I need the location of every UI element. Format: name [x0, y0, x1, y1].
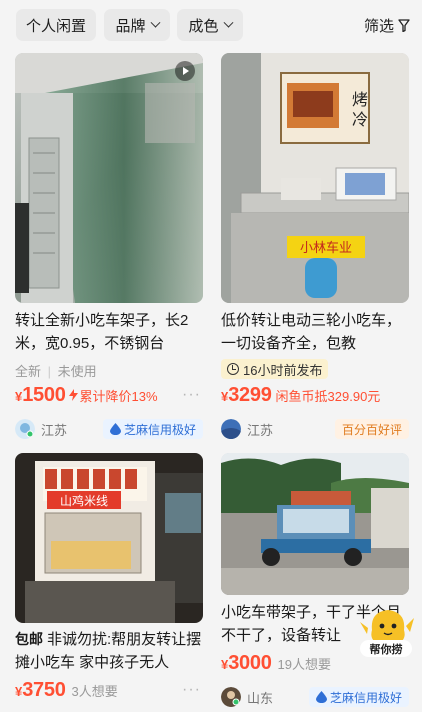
avatar[interactable]	[221, 419, 241, 439]
product-image[interactable]	[15, 53, 203, 303]
funnel-icon	[398, 18, 410, 32]
product-card[interactable]: 山鸡米线 包邮 非诚勿扰:帮朋友转让摆摊小吃车 家中孩子无人 ¥ 3750 3人想…	[15, 453, 203, 705]
filter-chip-label: 个人闲置	[25, 17, 86, 35]
seller-row: 江苏 百分百好评	[221, 418, 409, 440]
avatar[interactable]	[221, 687, 241, 707]
seller-location: 江苏	[41, 422, 68, 438]
video-play-icon[interactable]	[175, 61, 195, 81]
product-title: 低价转让电动三轮小吃车，一切设备齐全，包教	[221, 312, 402, 352]
product-price: 1500	[22, 384, 66, 406]
publish-time-tag: 16小时前发布	[221, 359, 329, 379]
time-row: 16小时前发布	[221, 359, 409, 379]
currency-symbol: ¥	[15, 389, 23, 404]
price-drop-note: 累计降价13%	[79, 389, 158, 404]
product-price: 3000	[228, 652, 272, 674]
water-drop-icon	[315, 691, 327, 703]
product-image[interactable]: 烤 冷 小林车业	[221, 53, 409, 303]
product-title-wrap: 包邮 非诚勿扰:帮朋友转让摆摊小吃车 家中孩子无人	[15, 628, 203, 674]
filter-chip-personal[interactable]: 个人闲置	[16, 9, 96, 41]
product-price: 3299	[228, 384, 272, 406]
free-shipping-tag: 包邮	[15, 631, 43, 647]
currency-symbol: ¥	[15, 684, 23, 699]
price-row: ¥ 1500 累计降价13% ···	[15, 384, 203, 410]
seller-row: 江苏 芝麻信用极好	[15, 418, 203, 440]
price-row: ¥ 3750 3人想要 ···	[15, 679, 203, 705]
product-title: 转让全新小吃车架子，长2米，宽0.95，不锈钢台	[15, 312, 189, 352]
product-image[interactable]	[221, 453, 409, 595]
chevron-down-icon	[223, 17, 233, 28]
filter-chip-brand[interactable]: 品牌	[104, 9, 170, 41]
coin-discount-note: 闲鱼币抵329.90元	[275, 389, 381, 404]
credit-badge: 芝麻信用极好	[102, 419, 203, 439]
filter-chip-label: 品牌	[115, 17, 146, 35]
credit-badge-label: 芝麻信用极好	[123, 422, 196, 437]
seller-row: 山东 芝麻信用极好	[221, 686, 409, 708]
stall-sign: 山鸡米线	[60, 493, 108, 508]
more-icon[interactable]: ···	[182, 681, 201, 699]
lightning-icon	[68, 389, 78, 401]
poster-text: 烤	[352, 90, 368, 109]
credit-badge-label: 芝麻信用极好	[329, 690, 402, 705]
currency-symbol: ¥	[221, 389, 229, 404]
more-icon[interactable]: ···	[182, 386, 201, 404]
price-row: ¥ 3299 闲鱼币抵329.90元	[221, 384, 409, 410]
credit-badge: 芝麻信用极好	[308, 687, 409, 707]
tag-divider: |	[47, 364, 52, 379]
seller-location: 江苏	[247, 422, 274, 438]
product-card[interactable]: 转让全新小吃车架子，长2米，宽0.95，不锈钢台 全新 | 未使用 ¥ 1500…	[15, 53, 203, 440]
helper-label[interactable]: 帮你捞	[360, 640, 412, 657]
condition-tag: 全新	[15, 364, 42, 379]
condition-tag: 未使用	[57, 364, 97, 379]
svg-text:冷: 冷	[352, 110, 368, 129]
stall-sign: 小林车业	[300, 240, 352, 256]
filter-label: 筛选	[363, 17, 394, 35]
seller-location: 山东	[247, 690, 274, 706]
want-count: 3人想要	[71, 684, 118, 699]
product-image[interactable]: 山鸡米线	[15, 453, 203, 623]
want-count: 19人想要	[277, 657, 331, 672]
filter-chip-label: 成色	[188, 17, 219, 35]
product-card[interactable]: 小吃车带架子，干了半个月不干了，设备转让 ¥ 3000 19人想要 山东 芝麻信…	[221, 453, 409, 708]
filter-button[interactable]: 筛选	[364, 9, 410, 41]
filter-chip-condition[interactable]: 成色	[177, 9, 243, 41]
product-price: 3750	[22, 679, 66, 701]
chevron-down-icon	[150, 17, 160, 28]
condition-tags: 全新 | 未使用	[15, 361, 203, 379]
currency-symbol: ¥	[221, 657, 229, 672]
product-card[interactable]: 烤 冷 小林车业 低价转让电动三轮小吃车，一切设备齐全，包教 16小时前发布 ¥…	[221, 53, 409, 440]
water-drop-icon	[109, 423, 121, 435]
filter-bar: 个人闲置 品牌 成色 筛选	[0, 0, 422, 48]
avatar[interactable]	[15, 419, 35, 439]
publish-time-label: 16小时前发布	[243, 362, 323, 378]
rating-badge: 百分百好评	[334, 419, 409, 439]
clock-icon	[227, 363, 239, 375]
